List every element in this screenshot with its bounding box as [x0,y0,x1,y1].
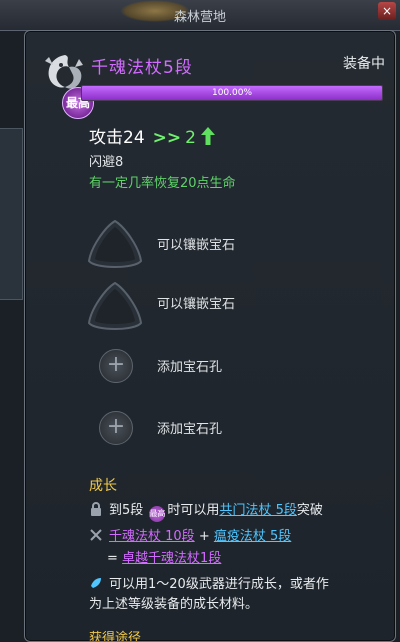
growth-line-1: 到5段 最高 时可以用共门法杖 5段突破 [89,499,323,522]
growth-line-2: 千魂法杖 10段 + 瘟疫法杖 5段 [89,525,291,544]
attack-label: 攻击24 [89,128,145,148]
top-bar: 森林营地 × [0,0,400,31]
breakthrough-link[interactable]: 共门法杖 5段 [219,503,296,518]
lock-icon [91,502,101,516]
growth-progress-bar: 100.00% [81,85,383,101]
special-effect: 有一定几率恢复20点生命 [89,176,236,191]
equip-status: 装备中 [343,56,385,72]
material-link-2[interactable]: 瘟疫法杖 5段 [214,529,291,544]
close-icon[interactable]: × [378,2,396,20]
growth-title: 成长 [89,478,117,494]
material-icon [91,578,101,588]
plus-icon[interactable]: + [99,349,133,383]
progress-text: 100.00% [211,88,253,98]
background-side-panel [0,128,23,300]
attack-stat: 攻击24 >> 2 [89,123,216,148]
socket-triangle-icon[interactable] [85,279,145,335]
rank-mini-icon: 最高 [149,506,166,522]
growth-line-4: 可以用1～20级武器进行成长，或者作 [89,573,329,592]
material-link-1[interactable]: 千魂法杖 10段 [109,529,195,544]
attack-new-value: 2 [185,128,196,148]
add-socket-label: 添加宝石孔 [157,360,223,375]
up-arrow-icon [201,127,216,145]
growth-line-5: 为上述等级装备的成长材料。 [89,597,259,612]
result-link[interactable]: 卓越千魂法杖1段 [122,551,221,566]
combine-icon [90,529,102,541]
item-tooltip: 最高 千魂法杖5段 装备中 100.00% 攻击24 >> 2 闪避8 有一定几率恢… [24,30,396,642]
dodge-stat: 闪避8 [89,155,124,170]
add-socket-label: 添加宝石孔 [157,422,223,437]
growth-line-3: = 卓越千魂法杖1段 [107,551,222,566]
plus-icon[interactable]: + [99,411,133,445]
upgrade-arrow: >> [152,128,182,148]
item-name: 千魂法杖5段 [91,58,193,78]
socket-label: 可以镶嵌宝石 [157,238,236,253]
socket-triangle-icon[interactable] [85,217,145,273]
socket-label: 可以镶嵌宝石 [157,297,236,312]
area-title: 森林营地 [173,10,226,25]
